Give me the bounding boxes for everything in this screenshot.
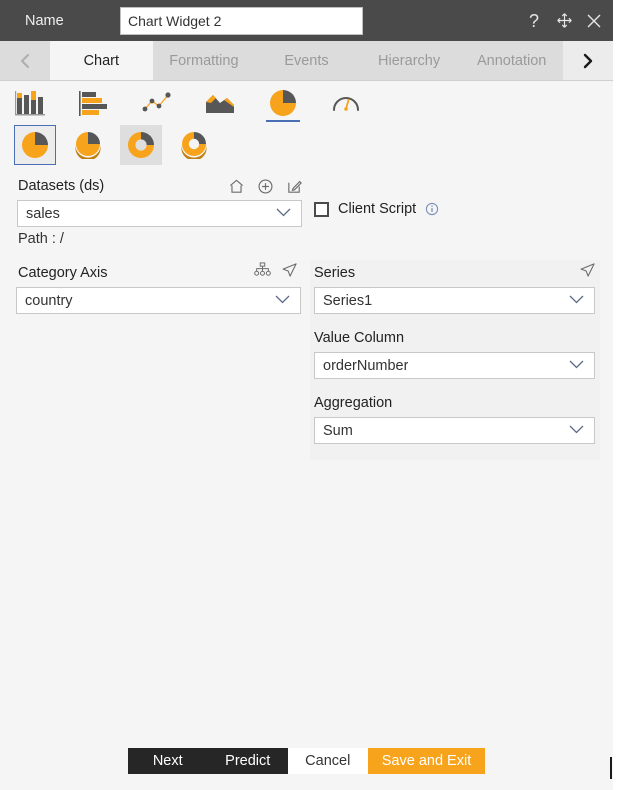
bar-chart-icon[interactable]: [73, 84, 115, 122]
category-axis-title: Category Axis: [18, 265, 108, 281]
column-chart-icon[interactable]: [10, 84, 52, 122]
category-axis-value: country: [25, 292, 73, 309]
category-axis-header-icons: [254, 262, 298, 278]
value-column-value: orderNumber: [323, 357, 409, 374]
category-axis-header: Category Axis: [14, 260, 302, 286]
aggregation-select[interactable]: Sum: [314, 417, 595, 444]
home-icon[interactable]: [228, 178, 245, 195]
tab-annotation[interactable]: Annotation: [460, 41, 563, 80]
close-x-icon[interactable]: [584, 11, 604, 31]
area-chart-icon[interactable]: [199, 84, 241, 122]
chevron-down-icon: [274, 292, 291, 310]
widget-name-input[interactable]: [120, 6, 363, 35]
tab-events[interactable]: Events: [255, 41, 358, 80]
next-button[interactable]: Next: [127, 748, 208, 774]
pie-chart-icon[interactable]: [262, 84, 304, 122]
title-bar: Name ?: [0, 0, 613, 41]
tab-formatting[interactable]: Formatting: [153, 41, 256, 80]
move-arrows-icon[interactable]: [554, 11, 574, 31]
dataset-path: Path : /: [18, 231, 64, 247]
donut-3d-icon[interactable]: [173, 125, 215, 165]
chart-widget-dialog: Name ?: [0, 0, 633, 790]
value-column-select[interactable]: orderNumber: [314, 352, 595, 379]
datasets-label: Datasets (ds): [18, 178, 105, 194]
tab-chart[interactable]: Chart: [50, 41, 153, 80]
cancel-button[interactable]: Cancel: [287, 748, 368, 774]
gauge-chart-icon[interactable]: [325, 84, 367, 122]
chevron-down-icon: [568, 357, 585, 375]
tab-hierarchy[interactable]: Hierarchy: [358, 41, 461, 80]
client-script-label: Client Script: [338, 201, 417, 217]
footer-button-bar: Next Predict Cancel Save and Exit: [0, 741, 613, 790]
send-cursor-icon[interactable]: [579, 262, 596, 278]
send-cursor-icon[interactable]: [281, 262, 298, 278]
chart-subtype-row: [14, 125, 215, 165]
tabs-scroll-right-icon[interactable]: [563, 41, 613, 80]
aggregation-value: Sum: [323, 422, 353, 439]
aggregation-label: Aggregation: [314, 395, 393, 411]
client-script-checkbox[interactable]: [314, 201, 329, 217]
datasets-section: Datasets (ds) sales Path: / Client Scri…: [0, 173, 613, 258]
chevron-down-icon: [275, 205, 292, 223]
datasets-actions: [228, 178, 303, 195]
path-value: /: [59, 231, 64, 247]
series-header: Series: [310, 260, 600, 286]
resize-handle[interactable]: [610, 757, 612, 779]
line-scatter-chart-icon[interactable]: [136, 84, 178, 122]
series-panel: Series Series1 Value Column orderNumber: [310, 260, 600, 460]
help-icon[interactable]: ?: [524, 11, 544, 31]
category-axis-panel: Category Axis country: [14, 260, 302, 315]
save-and-exit-button[interactable]: Save and Exit: [367, 748, 486, 774]
category-axis-select[interactable]: country: [16, 287, 301, 314]
hierarchy-icon[interactable]: [254, 262, 271, 278]
donut-flat-icon[interactable]: [120, 125, 162, 165]
tabs-scroll-left-icon[interactable]: [0, 41, 50, 80]
pie-flat-icon[interactable]: [14, 125, 56, 165]
name-label: Name: [25, 12, 64, 29]
chart-type-primary-row: [10, 84, 367, 122]
series-title: Series: [314, 265, 356, 281]
tab-bar: Chart Formatting Events Hierarchy Annota…: [0, 41, 613, 81]
chart-type-selector: [0, 81, 613, 173]
add-circle-icon[interactable]: [257, 178, 274, 195]
chevron-down-icon: [568, 292, 585, 310]
path-label: Path :: [18, 231, 56, 247]
series-header-icons: [579, 262, 596, 278]
series-select-value: Series1: [323, 292, 373, 309]
chevron-down-icon: [568, 422, 585, 440]
datasets-select-value: sales: [26, 205, 60, 222]
datasets-select[interactable]: sales: [17, 200, 302, 227]
series-select[interactable]: Series1: [314, 287, 595, 314]
title-bar-actions: ?: [524, 0, 604, 41]
pie-3d-icon[interactable]: [67, 125, 109, 165]
predict-button[interactable]: Predict: [207, 748, 288, 774]
tab-list: Chart Formatting Events Hierarchy Annota…: [50, 41, 563, 80]
client-script-toggle[interactable]: Client Script: [314, 201, 439, 217]
edit-pencil-icon[interactable]: [286, 178, 303, 195]
right-margin: [613, 0, 633, 790]
info-circle-icon[interactable]: [425, 202, 439, 216]
value-column-label: Value Column: [314, 330, 405, 346]
